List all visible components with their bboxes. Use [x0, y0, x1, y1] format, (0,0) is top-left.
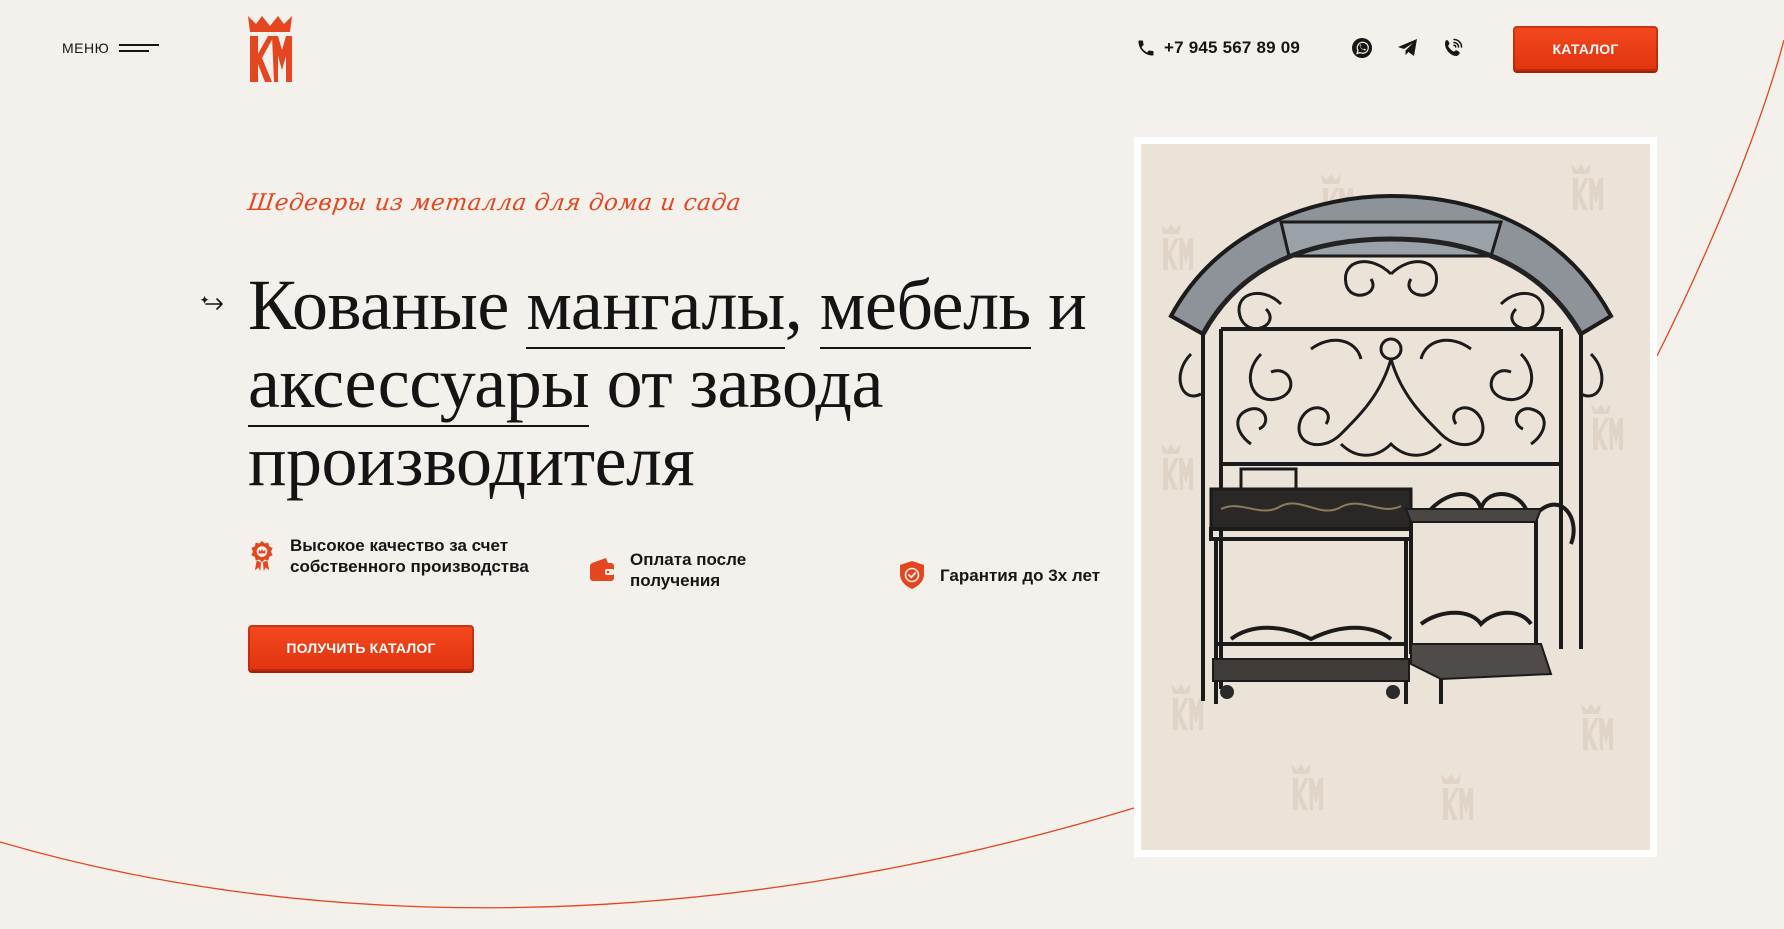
landing-page: МЕНЮ +7 945 567 89 09 КАТАЛОГ Шедевры из… [0, 0, 1784, 929]
brand-logo[interactable] [246, 14, 294, 86]
quality-badge-icon [251, 540, 273, 572]
whatsapp-icon[interactable] [1350, 36, 1374, 60]
product-image [1141, 144, 1650, 850]
title-word: от завода [606, 343, 884, 423]
menu-label: МЕНЮ [62, 40, 110, 56]
wallet-icon [590, 558, 614, 581]
title-word: Кованые [248, 265, 509, 345]
phone-number: +7 945 567 89 09 [1164, 38, 1301, 57]
sparkle-arrow-icon [200, 295, 223, 310]
logo-emblem-icon [248, 16, 292, 82]
feature-text: Оплата после получения [630, 550, 747, 590]
shield-check-icon [900, 561, 924, 589]
menu-button[interactable]: МЕНЮ [62, 38, 160, 58]
link-furniture[interactable]: мебель [819, 265, 1031, 349]
hero-tagline: Шедевры из металла для дома и сада [246, 190, 743, 216]
feature-text: Гарантия до 3х лет [940, 565, 1101, 585]
feature-text: Высокое качество за счет собственного пр… [290, 536, 529, 576]
feature-payment: Оплата после получения [588, 549, 808, 591]
title-comma: , [784, 265, 803, 345]
hamburger-icon [119, 42, 160, 54]
feature-quality: Высокое качество за счет собственного пр… [248, 535, 548, 577]
telegram-icon[interactable] [1396, 36, 1420, 60]
title-word: производителя [248, 421, 695, 501]
phone-link[interactable]: +7 945 567 89 09 [1136, 38, 1300, 58]
product-image-frame [1134, 137, 1657, 857]
catalog-button[interactable]: КАТАЛОГ [1513, 26, 1658, 71]
phone-icon [1138, 40, 1154, 56]
features-list: Высокое качество за счет собственного пр… [248, 535, 1128, 605]
site-header: МЕНЮ +7 945 567 89 09 КАТАЛОГ [0, 0, 1784, 100]
link-accessories[interactable]: аксессуары [248, 343, 590, 427]
feature-warranty: Гарантия до 3х лет [898, 559, 1138, 591]
viber-icon[interactable] [1441, 36, 1465, 60]
link-grills[interactable]: мангалы [526, 265, 785, 349]
get-catalog-button[interactable]: ПОЛУЧИТЬ КАТАЛОГ [248, 625, 474, 671]
forged-grill-illustration [1161, 164, 1623, 820]
hero-title: Кованые мангалы, мебель и аксессуары от з… [248, 265, 1148, 501]
title-word: и [1048, 265, 1087, 345]
